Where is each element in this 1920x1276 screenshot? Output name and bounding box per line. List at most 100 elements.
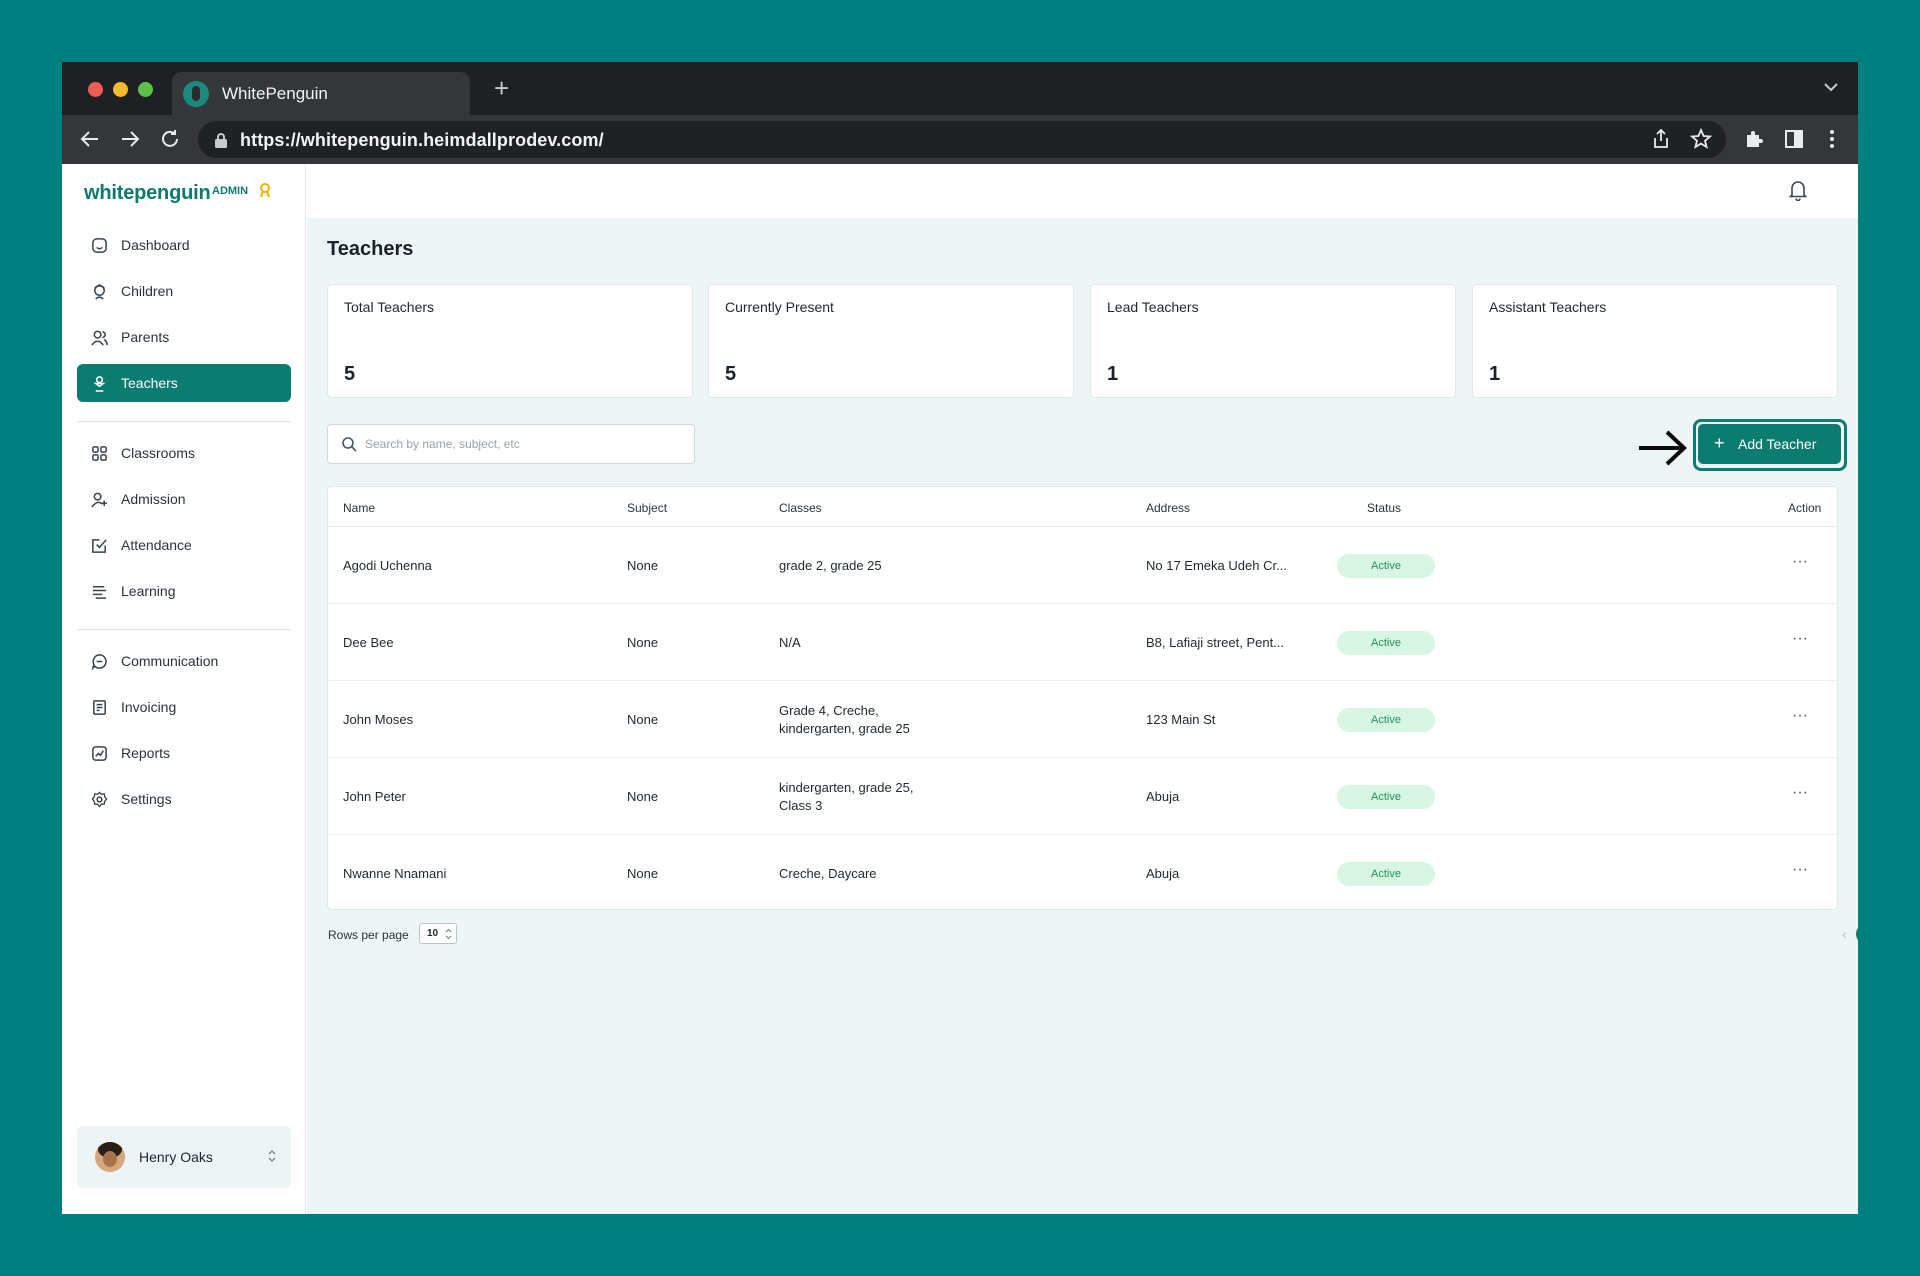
sidebar-item-parents[interactable]: Parents [77,318,291,356]
user-name: Henry Oaks [139,1149,213,1165]
sidebar-item-admission[interactable]: Admission [77,480,291,518]
sidebar-item-communication[interactable]: Communication [77,642,291,680]
browser-window: WhitePenguin + https://whitepenguin.heim… [62,62,1858,1214]
forward-arrow-icon[interactable] [118,127,142,151]
teacher-name[interactable]: Dee Bee [343,634,394,652]
sidebar-item-learning[interactable]: Learning [77,572,291,610]
row-actions-menu-icon[interactable]: ··· [1788,784,1812,808]
browser-tab[interactable]: WhitePenguin [172,72,470,115]
main-content: Teachers Total Teachers 5 Currently Pres… [307,164,1858,1214]
extensions-puzzle-icon[interactable] [1742,127,1766,151]
sidebar-item-settings[interactable]: Settings [77,780,291,818]
sidebar: whitepenguin ADMIN Dashboard Children Pa… [62,164,306,1214]
add-teacher-label: Add Teacher [1738,436,1817,452]
search-icon [342,437,357,452]
rows-per-page-select[interactable]: 10 [419,923,457,944]
sidebar-item-label: Settings [121,791,172,807]
minimize-window-button[interactable] [113,82,128,97]
search-box [327,424,695,464]
column-header-address[interactable]: Address [1146,501,1190,515]
table-row[interactable]: John Peter None kindergarten, grade 25, … [328,758,1837,835]
admin-badge-icon [260,183,270,198]
plus-icon: + [1714,433,1725,453]
table-row[interactable]: Dee Bee None N/A B8, Lafiaji street, Pen… [328,604,1837,681]
stat-label: Currently Present [725,299,834,315]
sidebar-item-attendance[interactable]: Attendance [77,526,291,564]
teacher-classes-line: Class 3 [779,798,823,813]
previous-page-chevron-icon[interactable]: ‹ [1842,926,1847,942]
stat-value: 5 [725,363,737,385]
teacher-classes-line: kindergarten, grade 25 [779,721,910,736]
admission-icon [91,492,108,508]
url-text: https://whitepenguin.heimdallprodev.com/ [240,130,604,150]
row-actions-menu-icon[interactable]: ··· [1788,630,1812,654]
sidebar-item-teachers[interactable]: Teachers [77,364,291,402]
user-menu[interactable]: Henry Oaks [77,1126,291,1188]
side-panel-icon[interactable] [1782,127,1806,151]
teacher-name[interactable]: Nwanne Nnamani [343,865,446,883]
column-header-name[interactable]: Name [343,501,375,515]
communication-icon [91,654,107,670]
address-bar[interactable]: https://whitepenguin.heimdallprodev.com/ [198,121,1726,158]
teacher-name[interactable]: John Moses [343,711,413,729]
sidebar-item-label: Attendance [121,537,192,553]
row-actions-menu-icon[interactable]: ··· [1788,707,1812,731]
status-badge: Active [1337,631,1435,655]
tab-search-chevron-icon[interactable] [1824,82,1838,92]
new-tab-plus-icon[interactable]: + [494,75,509,101]
column-header-classes[interactable]: Classes [779,501,822,515]
sidebar-item-label: Children [121,283,174,299]
sidebar-item-label: Classrooms [121,445,195,461]
column-header-status[interactable]: Status [1367,501,1401,515]
stat-card-assistant-teachers: Assistant Teachers 1 [1472,284,1838,398]
teacher-classes-line: Grade 4, Creche, [779,703,879,718]
stat-label: Assistant Teachers [1489,299,1607,315]
add-teacher-button[interactable]: + Add Teacher [1698,424,1841,464]
table-row[interactable]: John Moses None Grade 4, Creche, kinderg… [328,681,1837,758]
sidebar-item-label: Invoicing [121,699,177,715]
row-actions-menu-icon[interactable]: ··· [1788,861,1812,885]
back-arrow-icon[interactable] [78,127,102,151]
sidebar-item-label: Teachers [121,375,178,391]
invoicing-icon [93,700,106,715]
attendance-icon [92,539,107,553]
teachers-table: Name Subject Classes Address Status Acti… [327,486,1838,910]
maximize-window-button[interactable] [138,82,153,97]
bookmark-star-icon[interactable] [1689,127,1713,151]
table-row[interactable]: Agodi Uchenna None grade 2, grade 25 No … [328,527,1837,604]
teacher-name[interactable]: Agodi Uchenna [343,557,432,575]
column-header-subject[interactable]: Subject [627,501,667,515]
sidebar-item-invoicing[interactable]: Invoicing [77,688,291,726]
chevron-up-down-icon [268,1150,276,1162]
sidebar-item-dashboard[interactable]: Dashboard [77,226,291,264]
column-header-action: Action [1788,501,1822,515]
share-icon[interactable] [1649,127,1673,151]
sidebar-item-label: Dashboard [121,237,190,253]
reports-icon [92,746,107,761]
sidebar-item-reports[interactable]: Reports [77,734,291,772]
right-arrow-icon [1639,430,1687,466]
rows-per-page-label: Rows per page [328,928,409,942]
logo[interactable]: whitepenguin [84,182,211,205]
sidebar-item-classrooms[interactable]: Classrooms [77,434,291,472]
row-actions-menu-icon[interactable]: ··· [1788,553,1812,577]
search-input[interactable] [365,433,685,455]
more-menu-icon[interactable] [1820,127,1844,151]
browser-tab-strip: WhitePenguin + [62,62,1858,115]
settings-icon [91,791,108,808]
table-row[interactable]: Nwanne Nnamani None Creche, Daycare Abuj… [328,835,1837,912]
stat-value: 1 [1489,363,1501,385]
stat-label: Total Teachers [344,299,435,315]
close-window-button[interactable] [88,82,103,97]
parents-icon [91,330,108,346]
teacher-address: No 17 Emeka Udeh Cr... [1146,558,1287,573]
status-badge: Active [1337,708,1435,732]
notification-bell-icon[interactable] [1788,179,1808,201]
tab-title: WhitePenguin [222,84,328,103]
page-number-button[interactable]: 1 [1856,924,1858,944]
stat-value: 1 [1107,363,1119,385]
reload-icon[interactable] [158,127,182,151]
teacher-subject: None [627,635,659,650]
teacher-name[interactable]: John Peter [343,788,406,806]
sidebar-item-children[interactable]: Children [77,272,291,310]
